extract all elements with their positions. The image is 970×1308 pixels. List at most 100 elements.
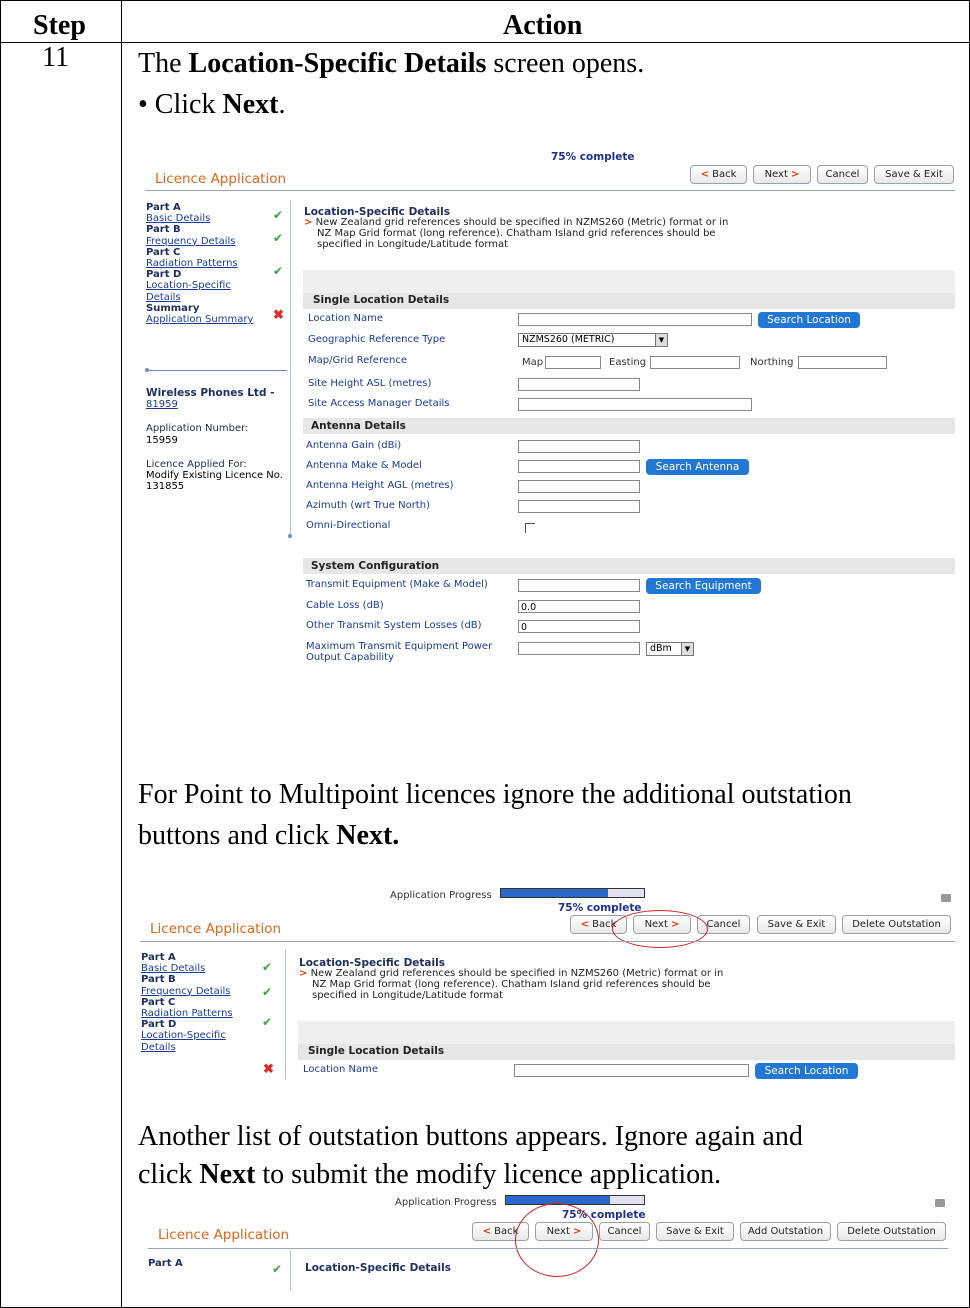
save-exit-button[interactable]: Save & Exit bbox=[874, 165, 954, 184]
cable-loss-input[interactable]: 0.0 bbox=[518, 600, 640, 613]
header-divider bbox=[0, 42, 970, 43]
check-icon: ✔ bbox=[262, 960, 273, 974]
sidebar: Part A Basic Details Part B Frequency De… bbox=[146, 202, 253, 325]
company-name: Wireless Phones Ltd - bbox=[146, 387, 275, 399]
part-b-label: Part B bbox=[141, 974, 176, 986]
omni-checkbox[interactable] bbox=[525, 523, 535, 533]
omni-label: Omni-Directional bbox=[306, 520, 391, 531]
map-input[interactable] bbox=[545, 356, 601, 369]
antenna-height-input[interactable] bbox=[518, 480, 640, 493]
location-specific-link-2[interactable]: Details bbox=[146, 292, 253, 303]
section-title: Location-Specific Details bbox=[305, 1262, 451, 1274]
location-name-input[interactable] bbox=[518, 313, 752, 326]
search-location-button[interactable]: Search Location bbox=[758, 312, 860, 328]
antenna-details-heading: Antenna Details bbox=[311, 420, 406, 432]
print-icon[interactable] bbox=[935, 1199, 945, 1207]
back-button[interactable]: < Back bbox=[690, 165, 747, 184]
cancel-button[interactable]: Cancel bbox=[599, 1222, 650, 1241]
location-specific-link[interactable]: Location-Specific bbox=[141, 1030, 233, 1041]
search-location-button[interactable]: Search Location bbox=[755, 1063, 858, 1079]
antenna-make-input[interactable] bbox=[518, 460, 640, 473]
part-b-label: Part B bbox=[146, 224, 181, 236]
site-height-label: Site Height ASL (metres) bbox=[308, 378, 432, 389]
application-summary-link[interactable]: Application Summary bbox=[146, 314, 253, 325]
search-antenna-button[interactable]: Search Antenna bbox=[646, 459, 749, 475]
site-height-input[interactable] bbox=[518, 378, 640, 391]
next-button[interactable]: Next > bbox=[753, 165, 811, 184]
frequency-details-link[interactable]: Frequency Details bbox=[141, 986, 233, 997]
basic-details-link[interactable]: Basic Details bbox=[146, 213, 253, 224]
power-unit-select[interactable]: dBm ▼ bbox=[646, 642, 694, 656]
title-rule bbox=[140, 941, 955, 942]
location-name-input[interactable] bbox=[514, 1064, 749, 1077]
progress-label: Application Progress bbox=[390, 890, 492, 901]
licence-for-value: Modify Existing Licence No. bbox=[146, 470, 283, 482]
map-grid-ref-label: Map/Grid Reference bbox=[308, 355, 407, 366]
check-icon: ✔ bbox=[262, 985, 273, 999]
system-config-heading: System Configuration bbox=[311, 560, 440, 572]
print-icon[interactable] bbox=[941, 894, 951, 902]
company-id-link[interactable]: 81959 bbox=[146, 399, 283, 410]
geo-ref-type-label: Geographic Reference Type bbox=[308, 334, 446, 345]
check-icon: ✔ bbox=[273, 231, 284, 245]
part-a-label: Part A bbox=[141, 952, 176, 963]
title-rule bbox=[145, 190, 955, 191]
northing-label: Northing bbox=[750, 357, 794, 368]
sidebar-info: Wireless Phones Ltd - 81959 Application … bbox=[146, 387, 283, 493]
easting-label: Easting bbox=[609, 357, 647, 368]
cancel-button[interactable]: Cancel bbox=[817, 165, 868, 184]
part-a-label: Part A bbox=[148, 1258, 183, 1269]
single-location-heading: Single Location Details bbox=[313, 294, 450, 306]
check-icon: ✔ bbox=[262, 1015, 273, 1029]
bullet-paragraph: • Click Next. bbox=[138, 89, 286, 120]
geo-ref-type-select[interactable]: NZMS260 (METRIC) ▼ bbox=[518, 333, 668, 347]
transmit-equipment-label: Transmit Equipment (Make & Model) bbox=[306, 579, 488, 590]
sidebar-border bbox=[290, 1250, 291, 1290]
check-icon: ✔ bbox=[273, 208, 284, 222]
p3-line1: Another list of outstation buttons appea… bbox=[138, 1121, 803, 1152]
save-exit-button[interactable]: Save & Exit bbox=[757, 915, 836, 934]
app-number-label: Application Number: bbox=[146, 423, 249, 435]
progress-bar bbox=[500, 888, 645, 898]
add-outstation-button[interactable]: Add Outstation bbox=[740, 1222, 831, 1241]
easting-input[interactable] bbox=[650, 356, 740, 369]
chevron-down-icon: ▼ bbox=[681, 643, 693, 655]
progress-text: 75% complete bbox=[551, 151, 635, 163]
location-specific-link-2[interactable]: Details bbox=[141, 1042, 233, 1053]
location-name-label: Location Name bbox=[303, 1064, 378, 1075]
sidebar-divider bbox=[147, 370, 287, 371]
search-equipment-button[interactable]: Search Equipment bbox=[646, 578, 761, 594]
column-divider bbox=[121, 0, 122, 1308]
cable-loss-label: Cable Loss (dB) bbox=[306, 600, 384, 611]
location-specific-link[interactable]: Location-Specific bbox=[146, 280, 253, 291]
progress-fill bbox=[501, 889, 609, 897]
chevron-down-icon: ▼ bbox=[655, 334, 667, 346]
app-title: Licence Application bbox=[150, 921, 282, 937]
sidebar: Part A bbox=[148, 1258, 183, 1269]
step-number: 11 bbox=[42, 42, 69, 73]
licence-number: 131855 bbox=[146, 481, 185, 493]
frequency-details-link[interactable]: Frequency Details bbox=[146, 236, 253, 247]
azimuth-input[interactable] bbox=[518, 500, 640, 513]
radiation-patterns-link[interactable]: Radiation Patterns bbox=[141, 1008, 233, 1019]
grey-band bbox=[303, 270, 955, 293]
location-name-label: Location Name bbox=[308, 313, 383, 324]
antenna-make-label: Antenna Make & Model bbox=[306, 460, 422, 471]
northing-input[interactable] bbox=[798, 356, 887, 369]
azimuth-label: Azimuth (wrt True North) bbox=[306, 500, 430, 511]
other-losses-input[interactable]: 0 bbox=[518, 620, 640, 633]
delete-outstation-button[interactable]: Delete Outstation bbox=[842, 915, 951, 934]
max-power-input[interactable] bbox=[518, 642, 640, 655]
sidebar: Part A Basic Details Part B Frequency De… bbox=[141, 952, 233, 1053]
check-icon: ✔ bbox=[272, 1262, 283, 1276]
antenna-gain-label: Antenna Gain (dBi) bbox=[306, 440, 402, 451]
progress-bar bbox=[505, 1195, 645, 1205]
basic-details-link[interactable]: Basic Details bbox=[141, 963, 233, 974]
save-exit-button[interactable]: Save & Exit bbox=[656, 1222, 734, 1241]
site-access-input[interactable] bbox=[518, 398, 752, 411]
antenna-gain-input[interactable] bbox=[518, 440, 640, 453]
summary-label: Summary bbox=[146, 302, 200, 314]
radiation-patterns-link[interactable]: Radiation Patterns bbox=[146, 258, 253, 269]
transmit-equipment-input[interactable] bbox=[518, 579, 640, 592]
delete-outstation-button[interactable]: Delete Outstation bbox=[837, 1222, 946, 1241]
